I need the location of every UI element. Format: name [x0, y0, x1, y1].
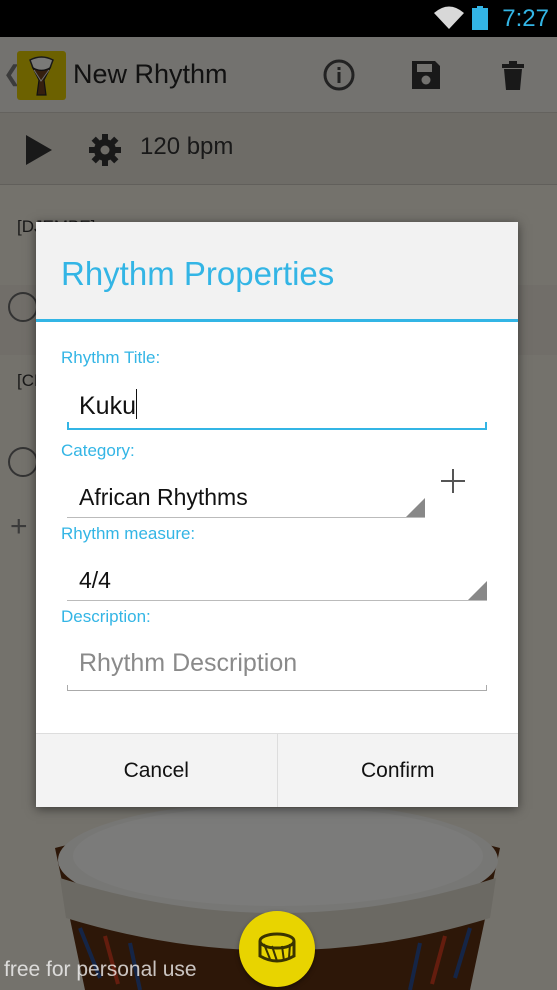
- cancel-button[interactable]: Cancel: [36, 734, 277, 807]
- dropdown-triangle-icon: [406, 498, 425, 517]
- dialog-header: Rhythm Properties: [36, 222, 518, 322]
- description-underline: [67, 685, 487, 691]
- status-bar: 7:27: [0, 0, 557, 37]
- dropdown-triangle-icon: [468, 581, 487, 600]
- description-label: Description:: [61, 607, 151, 626]
- wifi-icon: [434, 6, 464, 29]
- category-value: African Rhythms: [79, 484, 248, 510]
- category-underline: [67, 517, 425, 518]
- rhythm-title-value: Kuku: [79, 392, 136, 420]
- rhythm-measure-underline: [67, 600, 487, 601]
- rhythm-title-label: Rhythm Title:: [61, 348, 161, 367]
- category-spinner[interactable]: African Rhythms: [67, 470, 425, 520]
- dialog-body: Rhythm Title: Kuku Category: African Rhy…: [36, 325, 518, 733]
- drum-fab-button[interactable]: [239, 911, 315, 987]
- text-cursor: [135, 389, 137, 419]
- rhythm-properties-dialog: Rhythm Properties Rhythm Title: Kuku Cat…: [36, 222, 518, 807]
- rhythm-title-input[interactable]: Kuku: [67, 381, 487, 427]
- dialog-button-bar: Cancel Confirm: [36, 733, 518, 807]
- rhythm-measure-spinner[interactable]: 4/4: [67, 553, 487, 603]
- category-label: Category:: [61, 441, 135, 460]
- clock: 7:27: [502, 5, 549, 32]
- rhythm-title-underline: [67, 422, 487, 430]
- description-input[interactable]: Rhythm Description: [67, 639, 487, 685]
- battery-icon: [472, 6, 488, 30]
- confirm-button[interactable]: Confirm: [276, 734, 518, 807]
- dialog-title: Rhythm Properties: [61, 255, 335, 292]
- rhythm-measure-value: 4/4: [79, 567, 111, 593]
- rhythm-measure-label: Rhythm measure:: [61, 524, 196, 543]
- watermark-text: free for personal use: [4, 958, 197, 981]
- add-category-icon[interactable]: [441, 469, 465, 493]
